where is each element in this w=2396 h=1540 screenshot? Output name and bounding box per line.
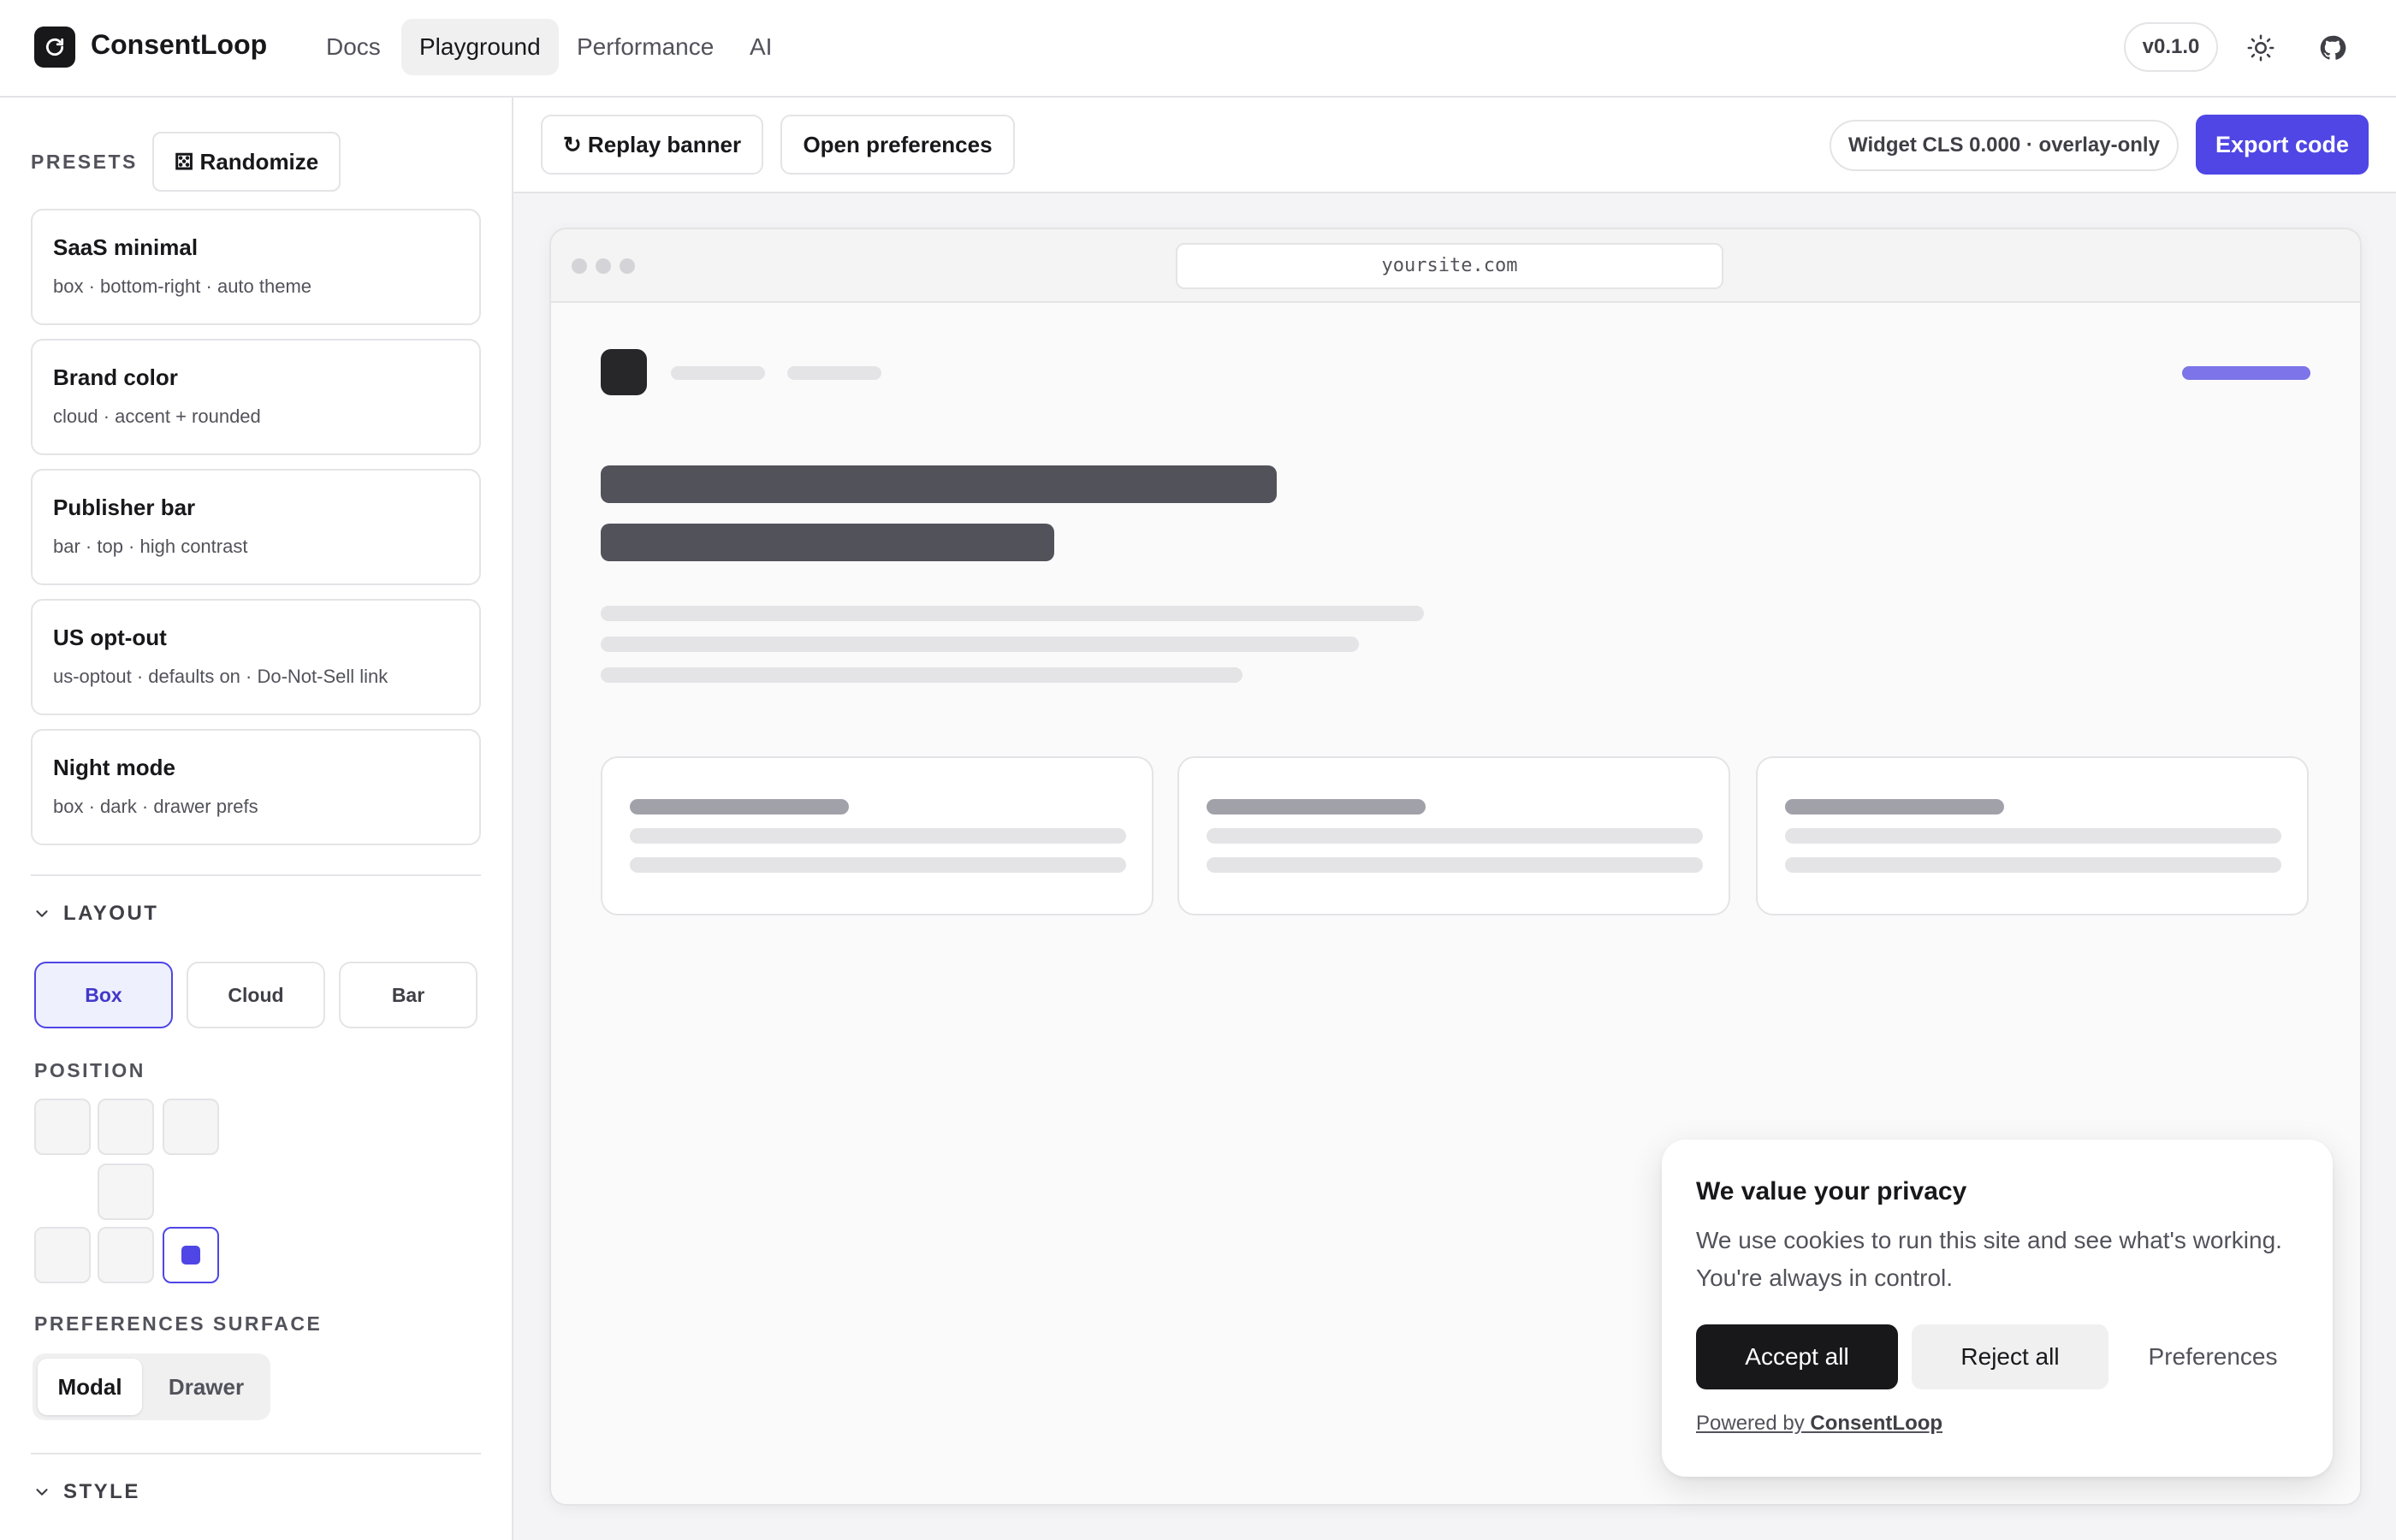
preset-name: US opt-out bbox=[53, 625, 167, 650]
style-section-label: STYLE bbox=[63, 1480, 140, 1503]
cls-badge: Widget CLS 0.000 · overlay-only bbox=[1830, 120, 2179, 171]
skeleton-text-line bbox=[1207, 857, 1703, 873]
preset-name: Night mode bbox=[53, 755, 175, 780]
skeleton-text-line bbox=[601, 606, 1424, 621]
export-code-button[interactable]: Export code bbox=[2196, 115, 2369, 175]
position-bottom-left[interactable] bbox=[34, 1227, 91, 1283]
brand-name[interactable]: ConsentLoop bbox=[91, 29, 267, 61]
skeleton-text-line bbox=[601, 667, 1242, 683]
preset-desc: box · bottom-right · auto theme bbox=[53, 275, 312, 297]
sun-icon[interactable] bbox=[2242, 29, 2280, 67]
randomize-button[interactable]: ⚄ Randomize bbox=[152, 132, 341, 192]
style-section-toggle[interactable]: STYLE bbox=[33, 1480, 140, 1504]
preferences-button[interactable]: Preferences bbox=[2122, 1324, 2304, 1389]
skeleton-card-title bbox=[1785, 799, 2004, 814]
position-selected-indicator bbox=[181, 1246, 200, 1265]
banner-body: We use cookies to run this site and see … bbox=[1696, 1227, 2282, 1291]
nav-link-ai[interactable]: AI bbox=[732, 19, 790, 75]
preset-card[interactable]: US opt-out us-optout · defaults on · Do-… bbox=[31, 599, 481, 715]
window-dot bbox=[620, 258, 635, 274]
skeleton-text-line bbox=[630, 857, 1126, 873]
browser-chrome: yoursite.com bbox=[551, 229, 2360, 303]
refresh-loop-icon[interactable] bbox=[34, 27, 75, 68]
preset-card[interactable]: Brand color cloud · accent + rounded bbox=[31, 339, 481, 455]
layout-section-toggle[interactable]: LAYOUT bbox=[33, 902, 158, 926]
skeleton-text-line bbox=[1207, 828, 1703, 844]
skeleton-text-line bbox=[601, 637, 1359, 652]
preset-desc: bar · top · high contrast bbox=[53, 536, 248, 557]
position-top-left[interactable] bbox=[34, 1099, 91, 1155]
skeleton-heading bbox=[601, 465, 1277, 503]
skeleton-logo bbox=[601, 349, 647, 395]
playground-toolbar: ↻ Replay banner Open preferences Widget … bbox=[513, 98, 2396, 193]
skeleton-card bbox=[1177, 756, 1730, 915]
banner-title: We value your privacy bbox=[1696, 1177, 1967, 1205]
skeleton-heading bbox=[601, 524, 1054, 561]
reject-all-button[interactable]: Reject all bbox=[1912, 1324, 2108, 1389]
sidebar: PRESETS ⚄ Randomize SaaS minimal box · b… bbox=[0, 98, 513, 1540]
preset-name: SaaS minimal bbox=[53, 234, 199, 260]
layout-section-label: LAYOUT bbox=[63, 902, 159, 925]
nav-link-performance[interactable]: Performance bbox=[559, 19, 732, 75]
consent-banner: We value your privacy We use cookies to … bbox=[1662, 1140, 2333, 1477]
preset-name: Publisher bar bbox=[53, 495, 196, 520]
skeleton-text-line bbox=[1785, 828, 2281, 844]
open-preferences-button[interactable]: Open preferences bbox=[780, 115, 1015, 175]
chevron-down-icon bbox=[36, 1489, 48, 1496]
skeleton-card bbox=[1756, 756, 2309, 915]
preset-card[interactable]: SaaS minimal box · bottom-right · auto t… bbox=[31, 209, 481, 325]
preset-desc: box · dark · drawer prefs bbox=[53, 796, 258, 817]
layout-option-cloud[interactable]: Cloud bbox=[187, 962, 325, 1028]
preset-card[interactable]: Publisher bar bar · top · high contrast bbox=[31, 469, 481, 585]
surface-option-drawer[interactable]: Drawer bbox=[147, 1359, 265, 1415]
position-bottom-center[interactable] bbox=[98, 1227, 154, 1283]
skeleton-nav-item bbox=[787, 366, 881, 380]
skeleton-card-title bbox=[1207, 799, 1426, 814]
window-dot bbox=[596, 258, 611, 274]
chevron-down-icon bbox=[36, 910, 48, 917]
preset-name: Brand color bbox=[53, 364, 178, 390]
position-top-center[interactable] bbox=[98, 1099, 154, 1155]
nav-link-playground[interactable]: Playground bbox=[401, 19, 559, 75]
presets-label: PRESETS bbox=[31, 151, 138, 173]
replay-banner-button[interactable]: ↻ Replay banner bbox=[541, 115, 763, 175]
skeleton-text-line bbox=[1785, 857, 2281, 873]
skeleton-card bbox=[601, 756, 1154, 915]
nav-link-docs[interactable]: Docs bbox=[308, 19, 399, 75]
preset-card[interactable]: Night mode box · dark · drawer prefs bbox=[31, 729, 481, 845]
skeleton-nav-item bbox=[671, 366, 765, 380]
preferences-surface-label: PREFERENCES SURFACE bbox=[34, 1312, 323, 1335]
preset-desc: us-optout · defaults on · Do-Not-Sell li… bbox=[53, 666, 388, 687]
preferences-surface-toggle: Modal Drawer bbox=[33, 1353, 270, 1420]
powered-by-prefix: Powered by bbox=[1696, 1412, 1811, 1435]
layout-option-bar[interactable]: Bar bbox=[339, 962, 477, 1028]
version-badge: v0.1.0 bbox=[2124, 22, 2218, 72]
sidebar-divider bbox=[31, 874, 481, 876]
sidebar-divider bbox=[31, 1453, 481, 1454]
github-icon[interactable] bbox=[2314, 29, 2352, 67]
layout-option-box[interactable]: Box bbox=[34, 962, 173, 1028]
position-bottom-right[interactable] bbox=[163, 1227, 219, 1283]
surface-option-modal[interactable]: Modal bbox=[38, 1359, 142, 1415]
url-bar: yoursite.com bbox=[1176, 243, 1723, 289]
position-center[interactable] bbox=[98, 1164, 154, 1220]
skeleton-text-line bbox=[630, 828, 1126, 844]
powered-by-brand: ConsentLoop bbox=[1810, 1412, 1943, 1435]
window-dot bbox=[572, 258, 587, 274]
preset-desc: cloud · accent + rounded bbox=[53, 406, 261, 427]
top-navigation: ConsentLoop Docs Playground Performance … bbox=[0, 0, 2396, 98]
accept-all-button[interactable]: Accept all bbox=[1696, 1324, 1898, 1389]
position-top-right[interactable] bbox=[163, 1099, 219, 1155]
skeleton-card-title bbox=[630, 799, 849, 814]
skeleton-cta bbox=[2182, 366, 2310, 380]
powered-by-link[interactable]: Powered by ConsentLoop bbox=[1696, 1412, 1942, 1436]
position-label: POSITION bbox=[34, 1059, 145, 1081]
